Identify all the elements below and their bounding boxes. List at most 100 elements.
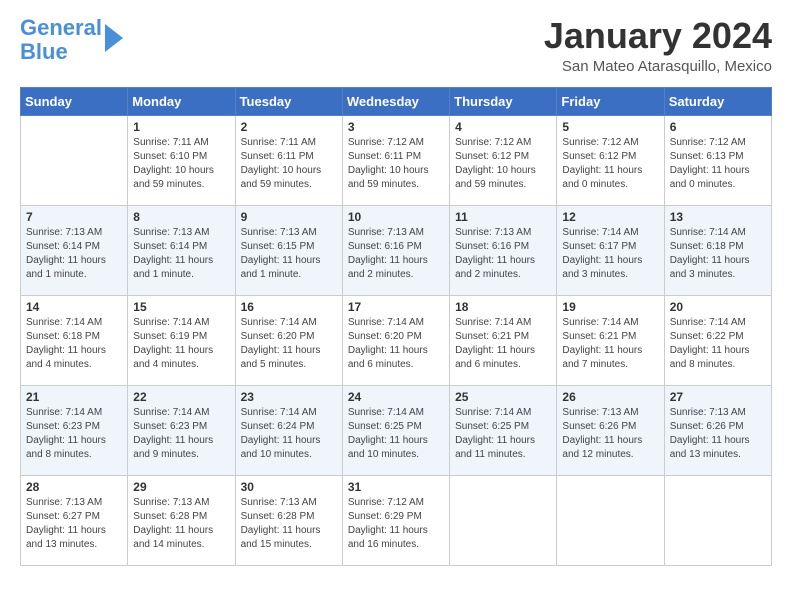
day-info: Sunrise: 7:14 AMSunset: 6:24 PMDaylight:…: [241, 406, 337, 462]
day-of-week-header: Sunday: [21, 87, 128, 115]
calendar-day-cell: 17 Sunrise: 7:14 AMSunset: 6:20 PMDayligh…: [342, 295, 449, 385]
calendar-day-cell: 8Sunrise: 7:13 AMSunset: 6:14 PMDaylight…: [128, 205, 235, 295]
calendar-day-cell: [450, 475, 557, 565]
day-info: Sunrise: 7:14 AMSunset: 6:19 PMDaylight:…: [133, 316, 229, 372]
day-number: 17: [348, 300, 444, 314]
day-number: 16: [241, 300, 337, 314]
calendar-day-cell: 28Sunrise: 7:13 AMSunset: 6:27 PMDayligh…: [21, 475, 128, 565]
day-info: Sunrise: 7:13 AMSunset: 6:16 PMDaylight:…: [348, 226, 444, 282]
calendar-day-cell: [21, 115, 128, 205]
calendar-body: 1 Sunrise: 7:11 AMSunset: 6:10 PMDaylight…: [21, 115, 772, 565]
day-info: Sunrise: 7:13 AMSunset: 6:26 PMDaylight:…: [562, 406, 658, 462]
day-info: Sunrise: 7:13 AMSunset: 6:28 PMDaylight:…: [241, 496, 337, 552]
day-info: Sunrise: 7:11 AMSunset: 6:10 PMDaylight:…: [133, 136, 229, 192]
calendar-day-cell: 31Sunrise: 7:12 AMSunset: 6:29 PMDayligh…: [342, 475, 449, 565]
day-info: Sunrise: 7:13 AMSunset: 6:15 PMDaylight:…: [241, 226, 337, 282]
calendar-day-cell: 6Sunrise: 7:12 AMSunset: 6:13 PMDaylight…: [664, 115, 771, 205]
logo-arrow-icon: [105, 24, 123, 52]
day-of-week-header: Thursday: [450, 87, 557, 115]
calendar-day-cell: 29Sunrise: 7:13 AMSunset: 6:28 PMDayligh…: [128, 475, 235, 565]
calendar-week-row: 21 Sunrise: 7:14 AMSunset: 6:23 PMDayligh…: [21, 385, 772, 475]
calendar-day-cell: 24 Sunrise: 7:14 AMSunset: 6:25 PMDayligh…: [342, 385, 449, 475]
calendar-day-cell: 16 Sunrise: 7:14 AMSunset: 6:20 PMDayligh…: [235, 295, 342, 385]
calendar-day-cell: 5 Sunrise: 7:12 AMSunset: 6:12 PMDaylight…: [557, 115, 664, 205]
day-info: Sunrise: 7:13 AMSunset: 6:14 PMDaylight:…: [133, 226, 229, 282]
calendar-day-cell: 13Sunrise: 7:14 AMSunset: 6:18 PMDayligh…: [664, 205, 771, 295]
logo: GeneralBlue: [20, 16, 123, 64]
day-info: Sunrise: 7:12 AMSunset: 6:12 PMDaylight:…: [455, 136, 551, 192]
day-of-week-header: Friday: [557, 87, 664, 115]
calendar-day-cell: 30 Sunrise: 7:13 AMSunset: 6:28 PMDayligh…: [235, 475, 342, 565]
day-number: 4: [455, 120, 551, 134]
calendar-day-cell: 10 Sunrise: 7:13 AMSunset: 6:16 PMDayligh…: [342, 205, 449, 295]
day-info: Sunrise: 7:13 AMSunset: 6:16 PMDaylight:…: [455, 226, 551, 282]
day-number: 22: [133, 390, 229, 404]
calendar-header: SundayMondayTuesdayWednesdayThursdayFrid…: [21, 87, 772, 115]
logo-text: GeneralBlue: [20, 16, 102, 64]
day-number: 1: [133, 120, 229, 134]
day-of-week-header: Tuesday: [235, 87, 342, 115]
day-info: Sunrise: 7:14 AMSunset: 6:21 PMDaylight:…: [455, 316, 551, 372]
day-number: 30: [241, 480, 337, 494]
calendar-day-cell: 11 Sunrise: 7:13 AMSunset: 6:16 PMDayligh…: [450, 205, 557, 295]
location-subtitle: San Mateo Atarasquillo, Mexico: [544, 58, 772, 75]
day-info: Sunrise: 7:14 AMSunset: 6:20 PMDaylight:…: [241, 316, 337, 372]
day-number: 24: [348, 390, 444, 404]
calendar-table: SundayMondayTuesdayWednesdayThursdayFrid…: [20, 87, 772, 566]
calendar-day-cell: 15Sunrise: 7:14 AMSunset: 6:19 PMDayligh…: [128, 295, 235, 385]
calendar-day-cell: 18 Sunrise: 7:14 AMSunset: 6:21 PMDayligh…: [450, 295, 557, 385]
day-number: 11: [455, 210, 551, 224]
calendar-day-cell: 20Sunrise: 7:14 AMSunset: 6:22 PMDayligh…: [664, 295, 771, 385]
calendar-day-cell: 9 Sunrise: 7:13 AMSunset: 6:15 PMDaylight…: [235, 205, 342, 295]
day-number: 28: [26, 480, 122, 494]
day-info: Sunrise: 7:12 AMSunset: 6:11 PMDaylight:…: [348, 136, 444, 192]
calendar-week-row: 7 Sunrise: 7:13 AMSunset: 6:14 PMDaylight…: [21, 205, 772, 295]
day-number: 25: [455, 390, 551, 404]
calendar-day-cell: 19Sunrise: 7:14 AMSunset: 6:21 PMDayligh…: [557, 295, 664, 385]
day-number: 12: [562, 210, 658, 224]
day-number: 2: [241, 120, 337, 134]
calendar-day-cell: [664, 475, 771, 565]
calendar-day-cell: 7 Sunrise: 7:13 AMSunset: 6:14 PMDaylight…: [21, 205, 128, 295]
day-number: 27: [670, 390, 766, 404]
day-of-week-header: Saturday: [664, 87, 771, 115]
day-number: 18: [455, 300, 551, 314]
days-header-row: SundayMondayTuesdayWednesdayThursdayFrid…: [21, 87, 772, 115]
calendar-day-cell: 1 Sunrise: 7:11 AMSunset: 6:10 PMDaylight…: [128, 115, 235, 205]
day-number: 23: [241, 390, 337, 404]
day-info: Sunrise: 7:14 AMSunset: 6:18 PMDaylight:…: [26, 316, 122, 372]
day-of-week-header: Monday: [128, 87, 235, 115]
calendar-day-cell: 12Sunrise: 7:14 AMSunset: 6:17 PMDayligh…: [557, 205, 664, 295]
day-info: Sunrise: 7:12 AMSunset: 6:12 PMDaylight:…: [562, 136, 658, 192]
calendar-day-cell: 23 Sunrise: 7:14 AMSunset: 6:24 PMDayligh…: [235, 385, 342, 475]
title-block: January 2024 San Mateo Atarasquillo, Mex…: [544, 16, 772, 75]
day-number: 21: [26, 390, 122, 404]
calendar-day-cell: 2 Sunrise: 7:11 AMSunset: 6:11 PMDaylight…: [235, 115, 342, 205]
month-title: January 2024: [544, 16, 772, 56]
day-info: Sunrise: 7:13 AMSunset: 6:26 PMDaylight:…: [670, 406, 766, 462]
day-info: Sunrise: 7:11 AMSunset: 6:11 PMDaylight:…: [241, 136, 337, 192]
day-number: 5: [562, 120, 658, 134]
calendar-week-row: 1 Sunrise: 7:11 AMSunset: 6:10 PMDaylight…: [21, 115, 772, 205]
day-info: Sunrise: 7:14 AMSunset: 6:25 PMDaylight:…: [455, 406, 551, 462]
calendar-day-cell: 22Sunrise: 7:14 AMSunset: 6:23 PMDayligh…: [128, 385, 235, 475]
calendar-day-cell: 26 Sunrise: 7:13 AMSunset: 6:26 PMDayligh…: [557, 385, 664, 475]
day-info: Sunrise: 7:13 AMSunset: 6:14 PMDaylight:…: [26, 226, 122, 282]
day-number: 9: [241, 210, 337, 224]
day-info: Sunrise: 7:14 AMSunset: 6:25 PMDaylight:…: [348, 406, 444, 462]
day-number: 10: [348, 210, 444, 224]
calendar-day-cell: 27 Sunrise: 7:13 AMSunset: 6:26 PMDayligh…: [664, 385, 771, 475]
page-header: GeneralBlue January 2024 San Mateo Atara…: [20, 16, 772, 75]
day-info: Sunrise: 7:14 AMSunset: 6:20 PMDaylight:…: [348, 316, 444, 372]
day-info: Sunrise: 7:14 AMSunset: 6:21 PMDaylight:…: [562, 316, 658, 372]
calendar-week-row: 28Sunrise: 7:13 AMSunset: 6:27 PMDayligh…: [21, 475, 772, 565]
day-number: 7: [26, 210, 122, 224]
day-number: 6: [670, 120, 766, 134]
day-number: 29: [133, 480, 229, 494]
calendar-week-row: 14 Sunrise: 7:14 AMSunset: 6:18 PMDayligh…: [21, 295, 772, 385]
calendar-day-cell: 25 Sunrise: 7:14 AMSunset: 6:25 PMDayligh…: [450, 385, 557, 475]
day-number: 26: [562, 390, 658, 404]
day-info: Sunrise: 7:14 AMSunset: 6:23 PMDaylight:…: [26, 406, 122, 462]
day-number: 14: [26, 300, 122, 314]
day-info: Sunrise: 7:12 AMSunset: 6:29 PMDaylight:…: [348, 496, 444, 552]
